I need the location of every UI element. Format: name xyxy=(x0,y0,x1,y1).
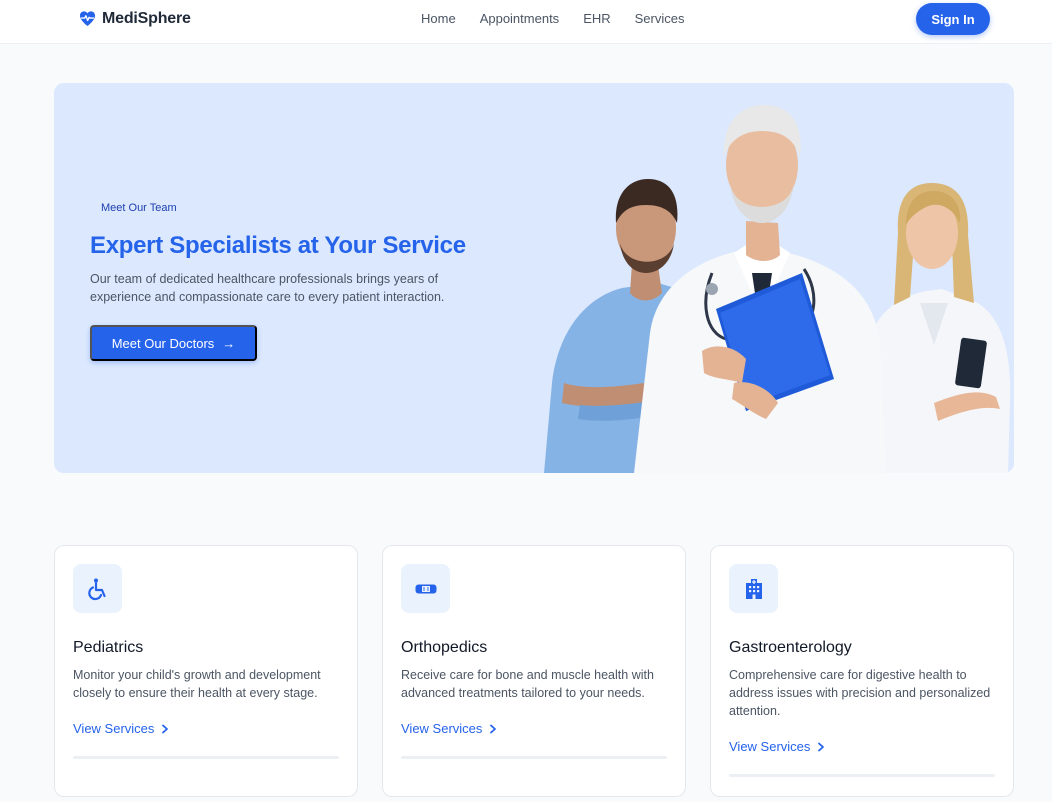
card-title: Gastroenterology xyxy=(729,639,852,656)
hero-description: Our team of dedicated healthcare profess… xyxy=(90,272,445,304)
brand-logo[interactable]: MediSphere xyxy=(78,9,191,28)
view-services-link[interactable]: View Services xyxy=(73,721,169,736)
wheelchair-icon xyxy=(87,578,106,600)
service-card-gastroenterology[interactable]: Gastroenterology Comprehensive care for … xyxy=(710,545,1014,797)
main-nav: Home Appointments EHR Services xyxy=(421,11,685,26)
nav-home[interactable]: Home xyxy=(421,11,456,26)
link-label: View Services xyxy=(729,739,811,754)
card-title: Pediatrics xyxy=(73,639,144,656)
card-title: Orthopedics xyxy=(401,639,488,656)
card-description: Monitor your child's growth and developm… xyxy=(73,668,321,700)
doctors-team-illustration xyxy=(544,105,1011,473)
hero-title: Expert Specialists at Your Service xyxy=(90,232,466,259)
doctor-center-figure xyxy=(634,105,886,473)
arrow-right-icon: → xyxy=(222,335,236,351)
view-services-link[interactable]: View Services xyxy=(401,721,497,736)
hero-banner: Meet Our Team Expert Specialists at Your… xyxy=(54,83,1014,473)
card-divider xyxy=(401,756,667,759)
sign-in-button[interactable]: Sign In xyxy=(916,3,990,35)
chevron-right-icon xyxy=(818,742,825,751)
card-description: Receive care for bone and muscle health … xyxy=(401,668,654,700)
link-label: View Services xyxy=(401,721,483,736)
nav-appointments[interactable]: Appointments xyxy=(480,11,560,26)
hero-eyebrow: Meet Our Team xyxy=(101,202,177,214)
brand-name: MediSphere xyxy=(102,9,191,27)
meet-our-doctors-button[interactable]: Meet Our Doctors → xyxy=(90,325,257,361)
chevron-right-icon xyxy=(490,724,497,733)
hospital-icon xyxy=(745,578,762,599)
card-description: Comprehensive care for digestive health … xyxy=(729,668,991,718)
top-navbar: MediSphere Home Appointments EHR Service… xyxy=(0,0,1052,44)
heart-pulse-icon xyxy=(79,11,96,27)
nav-ehr[interactable]: EHR xyxy=(583,11,610,26)
view-services-link[interactable]: View Services xyxy=(729,739,825,754)
card-divider xyxy=(73,756,339,759)
nav-services[interactable]: Services xyxy=(635,11,685,26)
service-card-pediatrics[interactable]: Pediatrics Monitor your child's growth a… xyxy=(54,545,358,797)
service-card-orthopedics[interactable]: Orthopedics Receive care for bone and mu… xyxy=(382,545,686,797)
card-divider xyxy=(729,774,995,777)
bandage-icon xyxy=(415,584,436,593)
link-label: View Services xyxy=(73,721,155,736)
chevron-right-icon xyxy=(162,724,169,733)
cta-label: Meet Our Doctors xyxy=(111,335,215,351)
